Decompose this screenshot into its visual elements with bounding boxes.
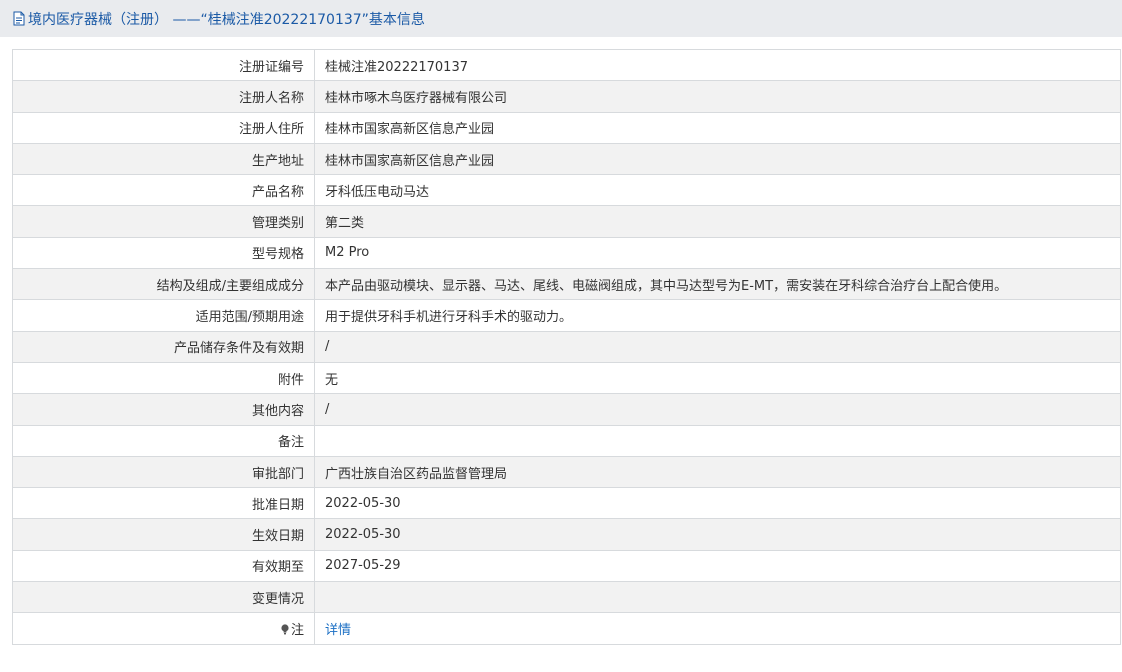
row-label: 备注 xyxy=(12,424,315,457)
row-label: 有效期至 xyxy=(12,549,315,583)
table-row: 注册证编号 桂械注准20222170137 xyxy=(12,48,1121,82)
details-link[interactable]: 详情 xyxy=(325,623,351,638)
row-label: 审批部门 xyxy=(12,455,315,489)
lightbulb-icon xyxy=(281,624,289,635)
row-value: 桂林市国家高新区信息产业园 xyxy=(314,111,1121,144)
row-value: 本产品由驱动模块、显示器、马达、尾线、电磁阀组成，其中马达型号为E-MT，需安装… xyxy=(314,268,1121,301)
row-value: 2027-05-29 xyxy=(314,549,1121,583)
row-label: 注册证编号 xyxy=(12,48,315,82)
row-value: 桂林市国家高新区信息产业园 xyxy=(314,142,1121,176)
row-label: 注册人住所 xyxy=(12,111,315,144)
table-row: 产品储存条件及有效期 / xyxy=(12,330,1121,363)
table-row: 适用范围/预期用途 用于提供牙科手机进行牙科手术的驱动力。 xyxy=(12,299,1121,332)
document-icon xyxy=(12,11,26,26)
row-label: 结构及组成/主要组成成分 xyxy=(12,268,315,301)
row-value: / xyxy=(314,393,1121,426)
table-row: 生效日期 2022-05-30 xyxy=(12,518,1121,551)
table-row: 批准日期 2022-05-30 xyxy=(12,487,1121,520)
table-row: 型号规格 M2 Pro xyxy=(12,236,1121,270)
row-label: 其他内容 xyxy=(12,393,315,426)
page-header: 境内医疗器械（注册） ——“桂械注准20222170137”基本信息 xyxy=(0,0,1122,37)
row-value xyxy=(314,581,1121,614)
table-row: 管理类别 第二类 xyxy=(12,205,1121,238)
row-value: 牙科低压电动马达 xyxy=(314,174,1121,207)
table-row: 变更情况 xyxy=(12,581,1121,614)
row-value: 2022-05-30 xyxy=(314,487,1121,520)
row-value: 2022-05-30 xyxy=(314,518,1121,551)
row-value: 第二类 xyxy=(314,205,1121,238)
row-value: 桂械注准20222170137 xyxy=(314,48,1121,82)
table-row: 注册人住所 桂林市国家高新区信息产业园 xyxy=(12,111,1121,144)
row-value: 桂林市啄木鸟医疗器械有限公司 xyxy=(314,80,1121,113)
row-label: 批准日期 xyxy=(12,487,315,520)
row-value: 用于提供牙科手机进行牙科手术的驱动力。 xyxy=(314,299,1121,332)
table-row: 备注 xyxy=(12,424,1121,457)
row-value xyxy=(314,424,1121,457)
note-label-cell: 注 xyxy=(12,612,315,645)
row-label: 附件 xyxy=(12,361,315,395)
note-label: 注 xyxy=(290,622,304,638)
row-label: 注册人名称 xyxy=(12,80,315,113)
table-row: 有效期至 2027-05-29 xyxy=(12,549,1121,583)
row-value: M2 Pro xyxy=(314,236,1121,270)
row-label: 产品名称 xyxy=(12,174,315,207)
row-label: 产品储存条件及有效期 xyxy=(12,330,315,363)
row-label: 变更情况 xyxy=(12,581,315,614)
table-row: 结构及组成/主要组成成分 本产品由驱动模块、显示器、马达、尾线、电磁阀组成，其中马… xyxy=(12,268,1121,301)
row-label: 生效日期 xyxy=(12,518,315,551)
row-value: / xyxy=(314,330,1121,363)
row-label: 生产地址 xyxy=(12,142,315,176)
table-row: 注册人名称 桂林市啄木鸟医疗器械有限公司 xyxy=(12,80,1121,113)
row-value: 无 xyxy=(314,361,1121,395)
row-label: 适用范围/预期用途 xyxy=(12,299,315,332)
note-value-cell: 详情 xyxy=(314,612,1121,645)
row-value: 广西壮族自治区药品监督管理局 xyxy=(314,455,1121,489)
info-table: 注册证编号 桂械注准20222170137 注册人名称 桂林市啄木鸟医疗器械有限公司注… xyxy=(12,48,1121,645)
page-title: 境内医疗器械（注册） ——“桂械注准20222170137”基本信息 xyxy=(28,11,425,28)
table-row: 其他内容 / xyxy=(12,393,1121,426)
row-label: 管理类别 xyxy=(12,205,315,238)
table-row: 生产地址 桂林市国家高新区信息产业园 xyxy=(12,142,1121,176)
row-label: 型号规格 xyxy=(12,236,315,270)
table-row: 审批部门 广西壮族自治区药品监督管理局 xyxy=(12,455,1121,489)
table-row: 附件无 xyxy=(12,361,1121,395)
table-row: 产品名称 牙科低压电动马达 xyxy=(12,174,1121,207)
note-row: 注 详情 xyxy=(12,612,1121,645)
